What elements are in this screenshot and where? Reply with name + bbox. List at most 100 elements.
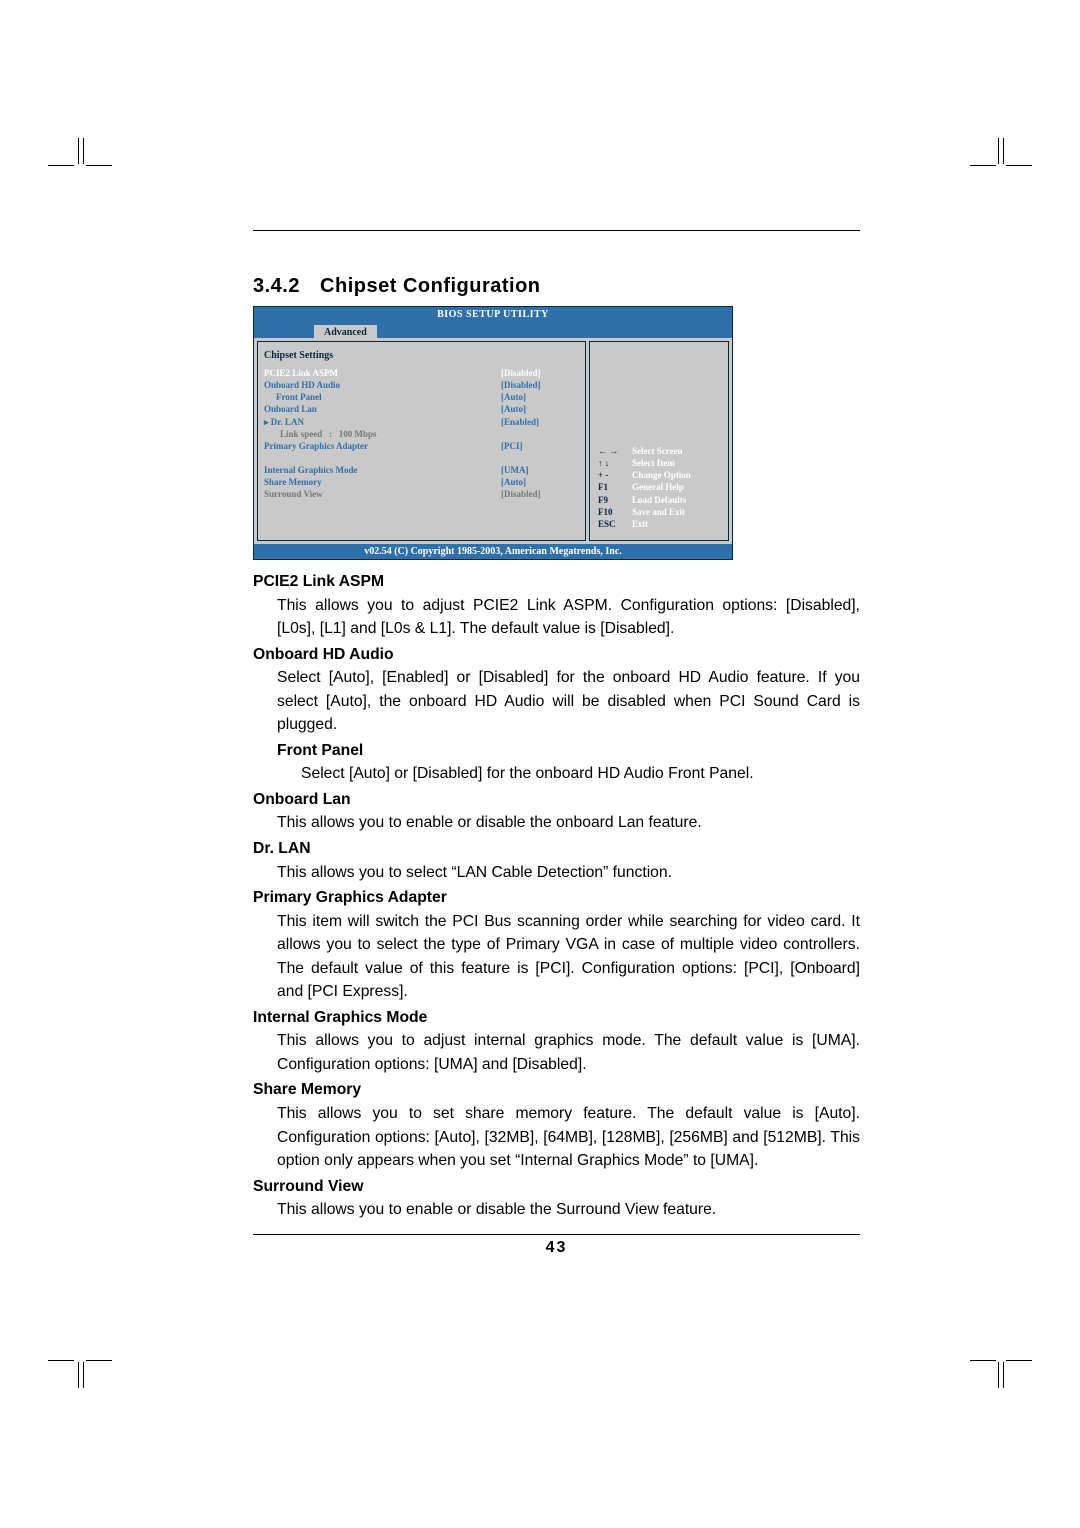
surround-text: This allows you to enable or disable the… — [277, 1198, 860, 1222]
bios-setting-row[interactable]: Share Memory[Auto] — [264, 476, 579, 488]
sharemem-text: This allows you to set share memory feat… — [277, 1102, 860, 1173]
section-number: 3.4.2 — [253, 275, 300, 297]
bios-setting-row[interactable]: Primary Graphics Adapter[PCI] — [264, 440, 579, 452]
page: 3.4.2 Chipset Configuration BIOS SETUP U… — [0, 0, 1080, 1528]
igm-text: This allows you to adjust internal graph… — [277, 1029, 860, 1076]
bios-setting-row[interactable]: PCIE2 Link ASPM[Disabled] — [264, 367, 579, 379]
bios-setting-row[interactable] — [264, 452, 579, 464]
bios-setting-row[interactable]: ▸ Dr. LAN[Enabled] — [264, 416, 579, 428]
bios-setting-value: [UMA] — [501, 464, 579, 476]
bios-help-key: ↑ ↓ — [598, 457, 632, 469]
crop-mark — [1006, 1360, 1032, 1361]
onboardlan-text: This allows you to enable or disable the… — [277, 811, 860, 835]
bios-help-key: F10 — [598, 506, 632, 518]
bios-body: Chipset Settings PCIE2 Link ASPM[Disable… — [254, 338, 732, 544]
bios-help-row: F10Save and Exit — [598, 506, 724, 518]
bios-setting-label: Internal Graphics Mode — [264, 464, 501, 476]
bios-copyright: v02.54 (C) Copyright 1985-2003, American… — [254, 544, 732, 559]
bios-help-row: ↑ ↓Select Item — [598, 457, 724, 469]
bios-setting-value: [Auto] — [501, 476, 579, 488]
bios-setting-label: ▸ Dr. LAN — [264, 416, 501, 428]
crop-mark — [1003, 1362, 1004, 1388]
crop-mark — [78, 138, 79, 164]
sharemem-heading: Share Memory — [253, 1078, 860, 1102]
bios-help-text: Change Option — [632, 469, 691, 481]
pga-text: This item will switch the PCI Bus scanni… — [277, 910, 860, 1004]
bios-setting-value: [Enabled] — [501, 416, 579, 428]
page-number: 43 — [253, 1239, 860, 1257]
igm-heading: Internal Graphics Mode — [253, 1006, 860, 1030]
content-area: 3.4.2 Chipset Configuration BIOS SETUP U… — [253, 230, 860, 1257]
bottom-rule — [253, 1234, 860, 1235]
crop-mark — [86, 1360, 112, 1361]
pcie2-heading: PCIE2 Link ASPM — [253, 570, 860, 594]
bios-help-row: ← →Select Screen — [598, 445, 724, 457]
frontpanel-heading: Front Panel — [277, 739, 860, 763]
bios-setting-label: Onboard HD Audio — [264, 379, 501, 391]
drlan-heading: Dr. LAN — [253, 837, 860, 861]
hdaudio-text: Select [Auto], [Enabled] or [Disabled] f… — [277, 666, 860, 737]
bios-setting-value — [501, 428, 579, 440]
crop-mark — [78, 1362, 79, 1388]
bios-help-text: Select Item — [632, 457, 675, 469]
bios-title: BIOS SETUP UTILITY — [254, 307, 732, 322]
bios-setting-value: [Disabled] — [501, 488, 579, 500]
bios-help-row: ESCExit — [598, 518, 724, 530]
bios-setting-label: Share Memory — [264, 476, 501, 488]
bios-help-text: Select Screen — [632, 445, 683, 457]
bios-help-row: F9Load Defaults — [598, 494, 724, 506]
bios-setting-value: [Disabled] — [501, 367, 579, 379]
bios-help-key: ESC — [598, 518, 632, 530]
crop-mark — [998, 1362, 999, 1388]
bios-setting-row[interactable]: Onboard Lan[Auto] — [264, 403, 579, 415]
section-title-text: Chipset Configuration — [320, 275, 540, 297]
top-rule — [253, 230, 860, 231]
crop-mark — [970, 1360, 996, 1361]
bios-screenshot: BIOS SETUP UTILITY Advanced Chipset Sett… — [253, 306, 733, 560]
hdaudio-heading: Onboard HD Audio — [253, 643, 860, 667]
bios-panel-title: Chipset Settings — [264, 350, 579, 361]
crop-mark — [48, 165, 74, 166]
bios-setting-row[interactable]: Surround View[Disabled] — [264, 488, 579, 500]
bios-help-panel: ← →Select Screen↑ ↓Select Item+ -Change … — [589, 341, 729, 541]
pcie2-text: This allows you to adjust PCIE2 Link ASP… — [277, 594, 860, 641]
bios-setting-value: [PCI] — [501, 440, 579, 452]
crop-mark — [970, 165, 996, 166]
bios-setting-label: Link speed : 100 Mbps — [264, 428, 501, 440]
bios-help-key: + - — [598, 469, 632, 481]
crop-mark — [48, 1360, 74, 1361]
bios-help-row: + -Change Option — [598, 469, 724, 481]
crop-mark — [83, 138, 84, 164]
bios-help-text: General Help — [632, 481, 684, 493]
bios-setting-row[interactable]: Internal Graphics Mode[UMA] — [264, 464, 579, 476]
bios-help-key: F1 — [598, 481, 632, 493]
crop-mark — [1003, 138, 1004, 164]
bios-setting-label: PCIE2 Link ASPM — [264, 367, 501, 379]
crop-mark — [1006, 165, 1032, 166]
bios-help-text: Save and Exit — [632, 506, 685, 518]
bios-setting-label: Primary Graphics Adapter — [264, 440, 501, 452]
bios-settings-panel: Chipset Settings PCIE2 Link ASPM[Disable… — [257, 341, 586, 541]
bios-setting-label: Front Panel — [264, 391, 501, 403]
onboardlan-heading: Onboard Lan — [253, 788, 860, 812]
description-body: PCIE2 Link ASPM This allows you to adjus… — [253, 570, 860, 1222]
bios-setting-row[interactable]: Front Panel[Auto] — [264, 391, 579, 403]
bios-help-text: Exit — [632, 518, 648, 530]
bios-help-key: ← → — [598, 445, 632, 457]
bios-tab-advanced[interactable]: Advanced — [314, 325, 377, 340]
bios-setting-label: Surround View — [264, 488, 501, 500]
bios-setting-label: Onboard Lan — [264, 403, 501, 415]
surround-heading: Surround View — [253, 1175, 860, 1199]
bios-help-text: Load Defaults — [632, 494, 686, 506]
crop-mark — [998, 138, 999, 164]
frontpanel-text: Select [Auto] or [Disabled] for the onbo… — [301, 762, 860, 786]
bios-setting-value — [501, 452, 579, 464]
bios-setting-value: [Auto] — [501, 391, 579, 403]
drlan-text: This allows you to select “LAN Cable Det… — [277, 861, 860, 885]
crop-mark — [83, 1362, 84, 1388]
section-heading: 3.4.2 Chipset Configuration — [253, 275, 860, 298]
crop-mark — [86, 165, 112, 166]
bios-setting-row[interactable]: Onboard HD Audio[Disabled] — [264, 379, 579, 391]
bios-tab-bar: Advanced — [254, 322, 732, 338]
bios-setting-row[interactable]: Link speed : 100 Mbps — [264, 428, 579, 440]
